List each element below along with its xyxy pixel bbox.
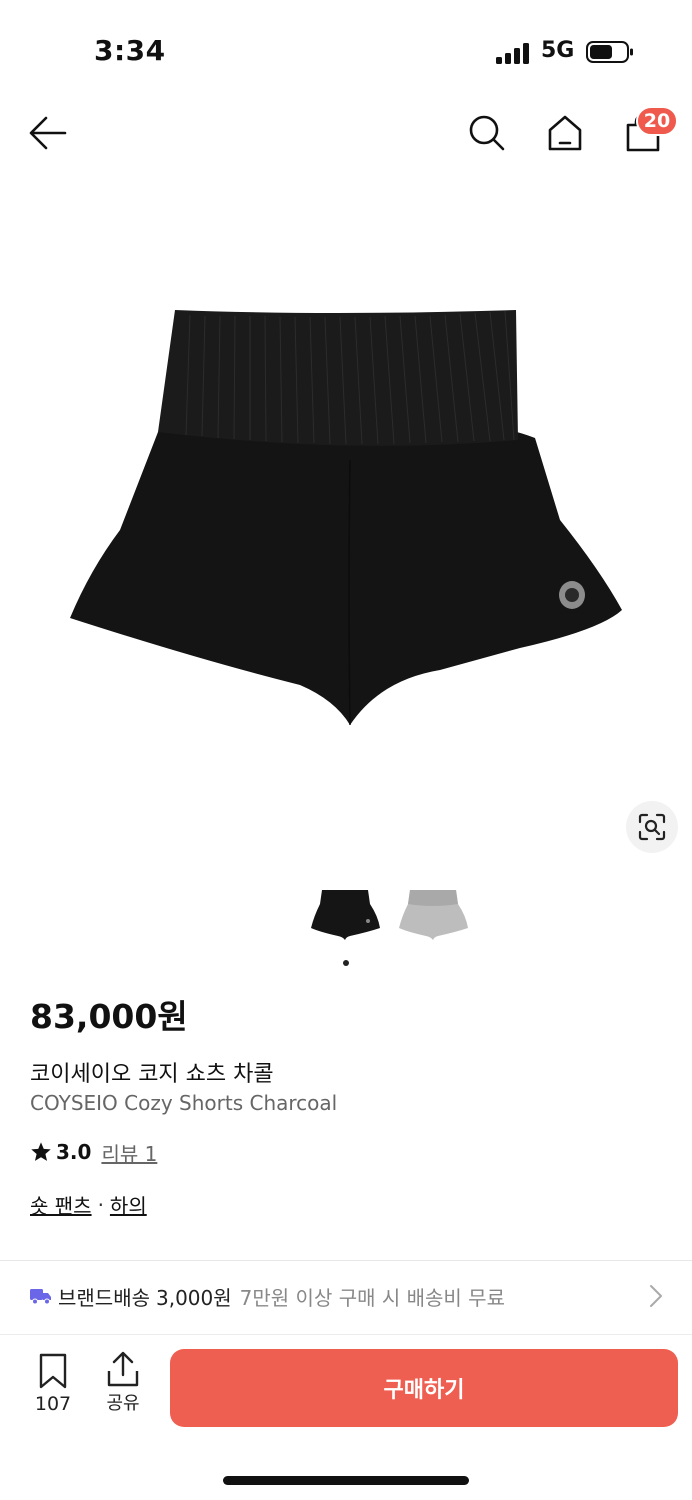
- parent-category-link[interactable]: 하의: [110, 1190, 147, 1219]
- product-name-english: COYSEIO Cozy Shorts Charcoal: [30, 1091, 338, 1115]
- back-arrow-icon: [29, 116, 67, 150]
- cart-count-badge: 20: [636, 106, 678, 136]
- thumbnail-gray[interactable]: [396, 882, 470, 944]
- review-link[interactable]: 리뷰 1: [101, 1138, 157, 1167]
- delivery-note: 7만원 이상 구매 시 배송비 무료: [239, 1285, 505, 1310]
- network-label: 5G: [541, 38, 575, 63]
- bookmark-count: 107: [34, 1393, 72, 1415]
- share-icon: [107, 1351, 139, 1387]
- delivery-info-row[interactable]: 브랜드배송 3,000원 7만원 이상 구매 시 배송비 무료: [0, 1262, 692, 1330]
- search-button[interactable]: [463, 109, 511, 157]
- search-icon: [469, 115, 505, 151]
- bookmark-button[interactable]: 107: [30, 1353, 76, 1423]
- category-separator: ·: [97, 1192, 104, 1217]
- lens-search-icon: [638, 813, 666, 841]
- status-bar: 3:34 5G: [0, 0, 692, 100]
- delivery-fee: 3,000원: [156, 1285, 232, 1310]
- truck-icon: [30, 1289, 51, 1305]
- chevron-right-icon: [650, 1285, 662, 1307]
- buy-button[interactable]: 구매하기: [170, 1349, 678, 1427]
- home-icon: [548, 115, 582, 151]
- product-price: 83,000원: [30, 997, 188, 1036]
- home-indicator: [223, 1476, 469, 1485]
- top-nav: [0, 100, 692, 170]
- home-button[interactable]: [541, 109, 589, 157]
- battery-icon: [586, 41, 633, 63]
- bookmark-icon: [39, 1353, 67, 1389]
- thumbnail-strip: [0, 880, 692, 950]
- thumbnail-charcoal[interactable]: [308, 882, 382, 944]
- product-image[interactable]: [0, 170, 692, 870]
- status-time: 3:34: [94, 34, 166, 67]
- category-breadcrumb: 숏 팬츠 · 하의: [30, 1190, 147, 1219]
- share-label: 공유: [106, 1393, 140, 1414]
- shorts-photo: [70, 310, 622, 726]
- product-name-korean: 코이세이오 코지 쇼츠 차콜: [30, 1062, 274, 1087]
- share-button[interactable]: 공유: [100, 1351, 146, 1421]
- star-icon: [31, 1142, 51, 1161]
- back-button[interactable]: [24, 109, 72, 157]
- divider: [0, 1260, 692, 1261]
- delivery-label: 브랜드배송: [58, 1285, 150, 1310]
- lens-search-button[interactable]: [626, 801, 678, 853]
- category-link[interactable]: 숏 팬츠: [30, 1190, 92, 1219]
- rating-row: 3.0 리뷰 1: [30, 1138, 157, 1166]
- signal-icon: [496, 43, 529, 64]
- rating-value: 3.0: [56, 1140, 92, 1164]
- image-page-indicator: [343, 960, 349, 966]
